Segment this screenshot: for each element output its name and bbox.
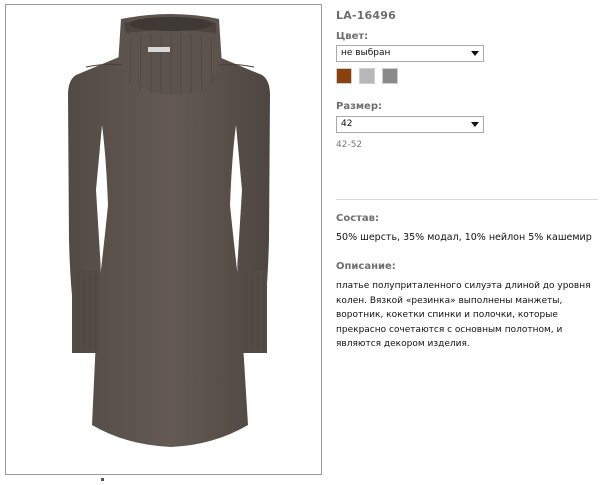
color-swatch-gray[interactable]	[382, 68, 398, 84]
color-select[interactable]: не выбран	[336, 45, 484, 62]
size-select-value: 42	[341, 119, 353, 129]
chevron-down-icon	[471, 51, 479, 56]
color-swatch-brown[interactable]	[336, 68, 352, 84]
color-select-value: не выбран	[341, 48, 391, 58]
description-text: платье полуприталенного силуэта длиной д…	[336, 281, 591, 349]
color-label: Цвет:	[336, 31, 369, 42]
color-swatch-light-gray[interactable]	[359, 68, 375, 84]
size-label: Размер:	[336, 101, 383, 112]
description-label: Описание:	[336, 261, 396, 272]
divider	[336, 199, 598, 200]
product-image	[5, 4, 322, 475]
dress-illustration	[68, 14, 270, 447]
chevron-down-icon	[471, 122, 479, 127]
composition-label: Состав:	[336, 213, 380, 224]
product-info-panel: LA-16496 Цвет: не выбран Размер: 42 42-5…	[336, 0, 598, 485]
size-range: 42-52	[336, 140, 363, 150]
image-caption-mark	[101, 478, 104, 481]
size-select[interactable]: 42	[336, 116, 484, 133]
composition-text: 50% шерсть, 35% модал, 10% нейлон 5% каш…	[336, 232, 592, 243]
product-sku: LA-16496	[336, 9, 396, 22]
